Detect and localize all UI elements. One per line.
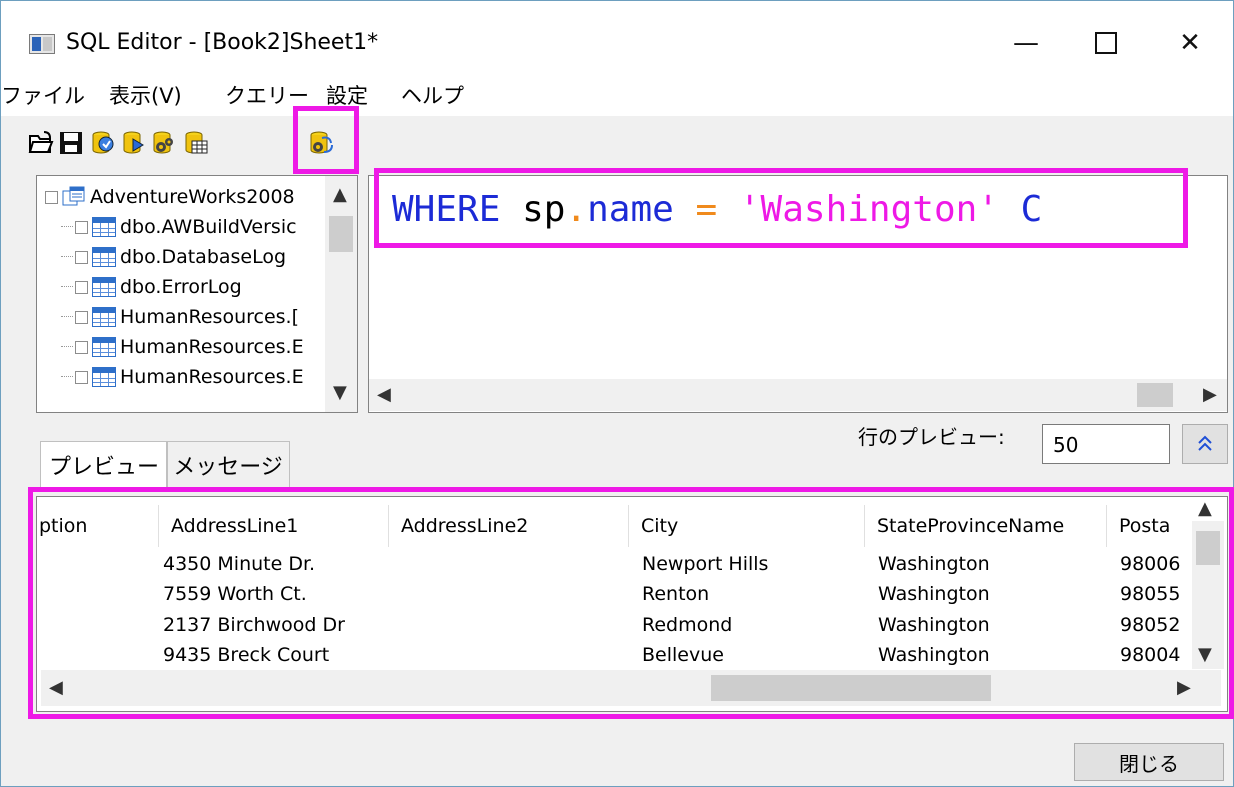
collapse-button[interactable] [1182,424,1228,464]
checkbox[interactable] [75,280,88,294]
menu-bar: ファイル 表示(V) クエリー 設定 ヘルプ [1,76,1233,116]
toolbar [1,116,1233,164]
table-icon [92,307,116,327]
scroll-left-arrow-icon[interactable]: ◀ [377,384,391,405]
tree-item-label: HumanResources.[ [120,306,300,328]
database-icon [62,186,85,206]
checkbox[interactable] [45,190,58,204]
table-icon [92,247,116,267]
tree-item[interactable]: HumanResources.E [61,332,304,362]
run-query-cylinder-icon[interactable] [121,130,147,156]
tab-messages[interactable]: メッセージ [166,441,290,487]
open-folder-icon[interactable] [28,130,54,156]
tree-item-label: dbo.DatabaseLog [120,246,287,268]
scrollbar-thumb[interactable] [1137,383,1173,407]
table-icon [92,277,116,297]
tree-item[interactable]: dbo.ErrorLog [61,272,242,302]
tree-item[interactable]: HumanResources.[ [61,302,299,332]
preview-rows-label: 行のプレビュー: [858,425,1005,449]
table-icon [92,337,116,357]
close-dialog-button[interactable]: 閉じる [1074,743,1224,781]
checkbox[interactable] [75,250,88,264]
window-title: SQL Editor - [Book2]Sheet1* [66,30,379,55]
tree-item[interactable]: dbo.AWBuildVersic [61,212,297,242]
save-icon[interactable] [58,130,84,156]
maximize-button[interactable] [1076,20,1136,66]
tree-item-label: dbo.ErrorLog [120,276,242,298]
database-tree[interactable]: AdventureWorks2008 dbo.AWBuildVersic dbo… [36,175,358,413]
scrollbar-thumb[interactable] [329,216,353,252]
tree-item-label: HumanResources.E [120,366,304,388]
grid-highlight-frame [28,487,1234,719]
checkbox[interactable] [75,370,88,384]
editor-highlight-frame [374,168,1188,248]
table-cylinder-icon[interactable] [183,130,209,156]
checkbox[interactable] [75,340,88,354]
editor-horizontal-scrollbar[interactable]: ◀ ▶ [369,379,1227,411]
double-chevron-up-icon [1198,435,1212,451]
tree-root-label: AdventureWorks2008 [90,186,295,208]
checkbox[interactable] [75,220,88,234]
tree-item-label: HumanResources.E [120,336,304,358]
scroll-right-arrow-icon[interactable]: ▶ [1203,384,1217,405]
menu-help[interactable]: ヘルプ [401,80,464,112]
minimize-button[interactable]: — [996,20,1056,66]
tab-preview[interactable]: プレビュー [40,441,168,487]
tree-root-item[interactable]: AdventureWorks2008 [45,182,295,212]
scroll-up-arrow-icon[interactable]: ▲ [333,184,347,205]
tree-vertical-scrollbar[interactable]: ▲ ▼ [325,176,357,412]
maximize-icon [1095,32,1117,54]
scroll-down-arrow-icon[interactable]: ▼ [333,382,347,403]
table-icon [92,367,116,387]
tree-item-label: dbo.AWBuildVersic [120,216,297,238]
checkbox[interactable] [75,310,88,324]
app-icon[interactable] [29,34,55,54]
toolbar-highlight-frame [293,106,359,174]
tree-item[interactable]: dbo.DatabaseLog [61,242,286,272]
tree-item[interactable]: HumanResources.E [61,362,304,392]
table-icon [92,217,116,237]
query-cylinder-icon[interactable] [90,130,116,156]
menu-file[interactable]: ファイル [1,80,85,112]
menu-view[interactable]: 表示(V) [109,80,182,112]
close-window-button[interactable]: ✕ [1160,20,1220,66]
preview-rows-input[interactable]: 50 [1042,424,1170,464]
gears-cylinder-icon[interactable] [151,130,177,156]
